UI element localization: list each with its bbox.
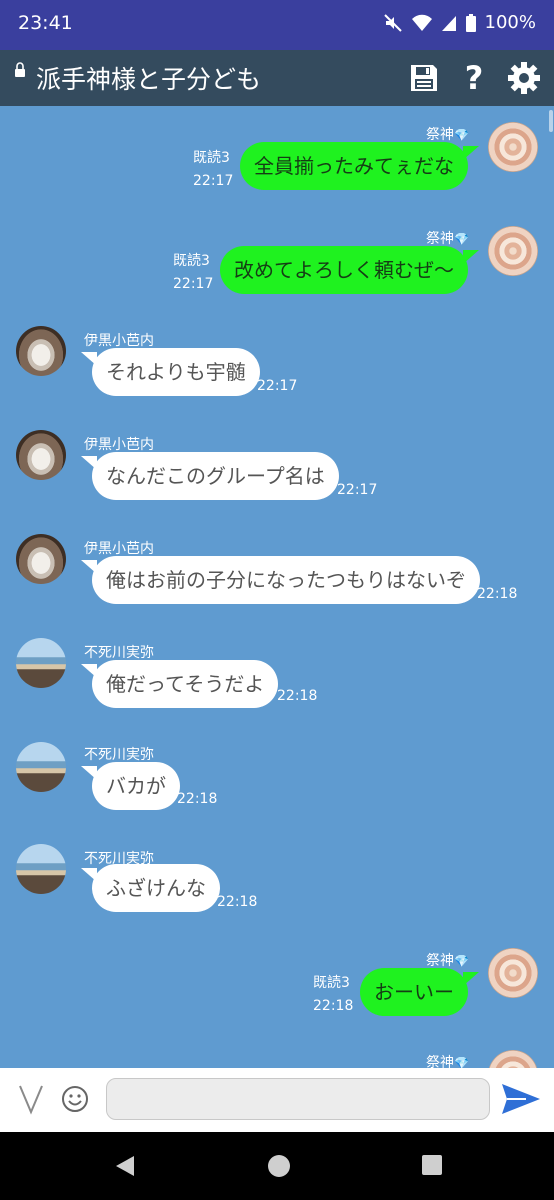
status-time: 23:41 (18, 12, 73, 34)
header-actions: ? (404, 58, 544, 98)
message-time: 22:18 (313, 998, 354, 1014)
message-composer (0, 1068, 554, 1132)
avatar[interactable] (16, 844, 66, 894)
message-time: 22:17 (257, 378, 298, 394)
read-receipt: 既読3 (193, 150, 230, 166)
avatar[interactable] (16, 742, 66, 792)
cell-signal-icon (441, 14, 457, 32)
avatar[interactable] (488, 948, 538, 998)
chat-title: 派手神様と子分ども (36, 65, 262, 94)
avatar[interactable] (488, 1050, 538, 1068)
sender-name: 祭神💎 (426, 1055, 469, 1068)
avatar[interactable] (16, 326, 66, 376)
message-time: 22:18 (177, 791, 218, 807)
message-bubble[interactable]: 全員揃ったみてぇだな (240, 142, 479, 190)
message-input[interactable] (106, 1078, 490, 1120)
sender-name: 伊黒小芭内 (84, 333, 154, 349)
sender-name: 不死川実弥 (84, 747, 154, 763)
message-bubble[interactable]: 俺だってそうだよ (80, 660, 279, 708)
diamond-icon: 💎 (454, 954, 469, 968)
sender-name: 伊黒小芭内 (84, 437, 154, 453)
message-time: 22:17 (337, 482, 378, 498)
message-bubble[interactable]: 改めてよろしく頼むぜ〜 (220, 246, 479, 294)
sender-name: 祭神💎 (426, 953, 469, 969)
battery-icon (465, 13, 477, 33)
status-bar: 23:41 100% (0, 0, 554, 50)
message-bubble[interactable]: おーいー (360, 968, 479, 1016)
message-bubble[interactable]: なんだこのグループ名は (81, 452, 339, 500)
chat-area[interactable]: 祭神💎 全員揃ったみてぇだな 既読3 22:17 祭神💎 改めてよろしく頼むぜ〜… (0, 106, 554, 1068)
message-time: 22:18 (477, 586, 518, 602)
wifi-icon (411, 14, 433, 32)
message-time: 22:17 (193, 173, 234, 189)
read-receipt: 既読3 (173, 253, 210, 269)
avatar[interactable] (16, 430, 66, 480)
avatar[interactable] (16, 638, 66, 688)
message-bubble[interactable]: バカが (81, 762, 180, 810)
back-icon[interactable] (114, 1154, 138, 1182)
recents-icon[interactable] (421, 1154, 443, 1180)
message-time: 22:17 (173, 276, 214, 292)
scrollbar[interactable] (549, 110, 553, 132)
diamond-icon: 💎 (454, 128, 469, 142)
home-icon[interactable] (267, 1154, 291, 1182)
help-icon[interactable]: ? (454, 58, 494, 98)
message-time: 22:18 (277, 688, 318, 704)
sender-name: 祭神💎 (426, 231, 469, 247)
avatar[interactable] (488, 122, 538, 172)
message-bubble[interactable]: 俺はお前の子分になったつもりはないぞ (81, 556, 480, 604)
diamond-icon: 💎 (454, 1056, 469, 1068)
settings-icon[interactable] (504, 58, 544, 98)
sender-name: 不死川実弥 (84, 645, 154, 661)
avatar[interactable] (16, 534, 66, 584)
emoji-icon[interactable] (60, 1084, 90, 1118)
save-icon[interactable] (404, 58, 444, 98)
lock-icon (14, 62, 26, 82)
message-bubble[interactable]: それよりも宇髄 (81, 348, 260, 396)
status-icons: 100% (383, 12, 536, 33)
sender-name: 伊黒小芭内 (84, 541, 154, 557)
system-navigation-bar (0, 1132, 554, 1200)
read-receipt: 既読3 (313, 975, 350, 991)
app-bar: 派手神様と子分ども ? (0, 50, 554, 106)
diamond-icon: 💎 (454, 232, 469, 246)
battery-level: 100% (484, 12, 536, 33)
chevron-down-icon[interactable] (16, 1082, 46, 1120)
avatar[interactable] (488, 226, 538, 276)
message-bubble[interactable]: ふざけんな (81, 864, 220, 912)
message-time: 22:18 (217, 894, 258, 910)
sender-name: 祭神💎 (426, 127, 469, 143)
mute-icon (383, 13, 403, 33)
send-icon[interactable] (500, 1082, 542, 1120)
